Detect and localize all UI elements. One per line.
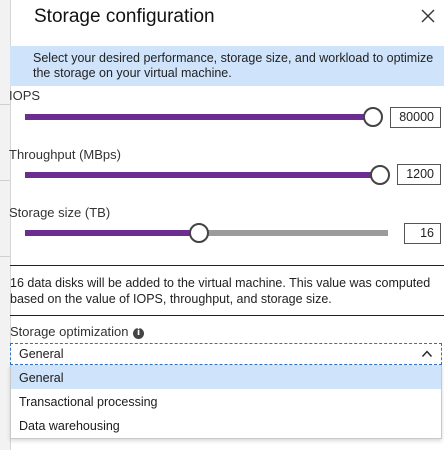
throughput-slider[interactable] <box>25 165 390 185</box>
throughput-label: Throughput (MBps) <box>9 147 121 162</box>
storage-optimization-label: Storage optimization <box>10 324 129 339</box>
iops-input[interactable]: 80000 <box>390 107 441 128</box>
select-value: General <box>19 347 64 361</box>
option-transactional-processing[interactable]: Transactional processing <box>11 389 441 413</box>
storage-size-slider[interactable] <box>25 223 388 243</box>
storage-size-label: Storage size (TB) <box>9 205 111 220</box>
throughput-input[interactable]: 1200 <box>397 164 441 185</box>
background-divider <box>0 180 10 181</box>
info-icon[interactable]: i <box>133 328 144 339</box>
storage-size-slider-fill <box>25 230 200 236</box>
background-divider <box>0 256 10 257</box>
info-banner: Select your desired performance, storage… <box>10 46 444 86</box>
divider <box>10 315 444 316</box>
background-divider <box>0 104 10 105</box>
throughput-slider-fill <box>25 172 380 178</box>
iops-slider-fill <box>25 114 373 120</box>
disk-note: 16 data disks will be added to the virtu… <box>10 275 440 307</box>
iops-label: IOPS <box>9 88 41 103</box>
panel-title: Storage configuration <box>34 6 215 27</box>
storage-size-slider-thumb[interactable] <box>189 223 210 243</box>
storage-optimization-select[interactable]: General <box>10 343 442 365</box>
disk-note-line2: based on the value of IOPS, throughput, … <box>10 292 332 306</box>
option-general[interactable]: General <box>11 365 441 389</box>
storage-optimization-dropdown: General Transactional processing Data wa… <box>10 365 442 439</box>
disk-note-line1: 16 data disks will be added to the virtu… <box>10 276 431 290</box>
storage-size-input[interactable]: 16 <box>404 223 441 244</box>
iops-slider-thumb[interactable] <box>363 107 383 127</box>
divider <box>10 265 444 266</box>
option-data-warehousing[interactable]: Data warehousing <box>11 413 441 437</box>
info-text-line2: the storage on your virtual machine. <box>33 66 232 80</box>
close-icon[interactable] <box>420 8 436 24</box>
info-text-line1: Select your desired performance, storage… <box>33 51 434 65</box>
iops-slider[interactable] <box>25 107 383 127</box>
throughput-slider-thumb[interactable] <box>370 165 390 185</box>
chevron-up-icon[interactable] <box>421 348 433 360</box>
